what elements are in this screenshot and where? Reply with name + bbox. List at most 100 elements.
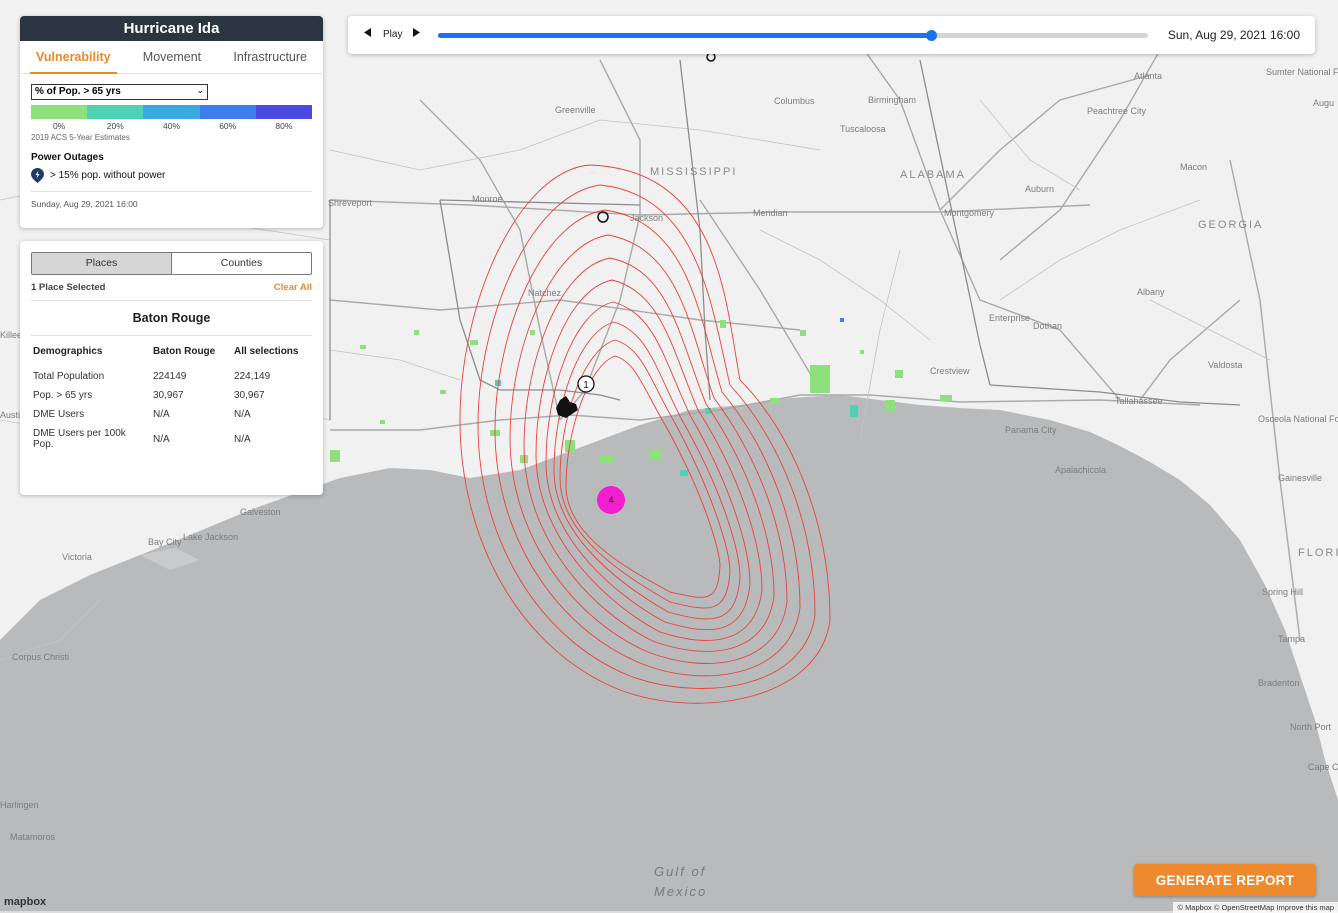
- step-back-icon: [364, 28, 371, 37]
- tab-vulnerability[interactable]: Vulnerability: [30, 41, 117, 74]
- svg-text:Auburn: Auburn: [1025, 184, 1054, 194]
- svg-text:Victoria: Victoria: [62, 552, 92, 562]
- svg-text:Matamoros: Matamoros: [10, 832, 56, 842]
- svg-text:Jackson: Jackson: [630, 213, 663, 223]
- play-button[interactable]: Play: [383, 16, 402, 54]
- legend-timestamp: Sunday, Aug 29, 2021 16:00: [31, 199, 138, 209]
- player-date: Sun, Aug 29, 2021 16:00: [1167, 28, 1300, 42]
- svg-text:Augu: Augu: [1313, 98, 1334, 108]
- svg-text:Corpus Christi: Corpus Christi: [12, 652, 69, 662]
- divider: [31, 191, 312, 192]
- svg-text:Tampa: Tampa: [1278, 634, 1305, 644]
- table-cell: Pop. > 65 yrs: [33, 390, 93, 401]
- svg-text:Gainesville: Gainesville: [1278, 473, 1322, 483]
- svg-text:Macon: Macon: [1180, 162, 1207, 172]
- svg-text:Dothan: Dothan: [1033, 321, 1062, 331]
- generate-report-button[interactable]: GENERATE REPORT: [1134, 864, 1316, 896]
- legend-tabs: Vulnerability Movement Infrastructure: [20, 41, 323, 74]
- legend-panel: Hurricane Ida Vulnerability Movement Inf…: [20, 16, 323, 228]
- panel-title: Hurricane Ida: [20, 16, 323, 41]
- tab-infrastructure[interactable]: Infrastructure: [227, 41, 313, 73]
- timeline-handle[interactable]: [926, 30, 938, 41]
- svg-text:Cape C: Cape C: [1308, 762, 1338, 772]
- demographics-table: Demographics Baton Rouge All selections …: [31, 346, 313, 458]
- svg-text:Natchez: Natchez: [528, 288, 562, 298]
- segment-counties[interactable]: Counties: [172, 253, 311, 274]
- outages-title: Power Outages: [31, 152, 104, 163]
- column-header: Demographics: [33, 346, 103, 357]
- state-label: FLORI: [1298, 547, 1338, 559]
- ramp-label: 60%: [219, 121, 237, 131]
- svg-text:Greenville: Greenville: [555, 105, 596, 115]
- svg-text:Tallahassee: Tallahassee: [1115, 396, 1163, 406]
- table-cell: N/A: [234, 409, 251, 420]
- ramp-swatch: [255, 105, 313, 119]
- ramp-label: 80%: [275, 121, 293, 131]
- ramp-labels: 0% 20% 40% 60% 80%: [31, 121, 312, 131]
- timeline-progress: [438, 33, 932, 38]
- state-label: MISSISSIPPI: [650, 166, 737, 178]
- table-row: Pop. > 65 yrs 30,967 30,967: [31, 390, 313, 409]
- timeline-slider[interactable]: [438, 30, 1148, 41]
- table-cell: DME Users per 100k Pop.: [33, 428, 126, 450]
- tab-movement[interactable]: Movement: [137, 41, 207, 73]
- table-cell: DME Users: [33, 409, 85, 420]
- outages-label: > 15% pop. without power: [50, 170, 166, 181]
- storm-marker-1[interactable]: 1: [577, 375, 595, 393]
- table-cell: Total Population: [33, 371, 105, 382]
- mapbox-logo[interactable]: mapbox: [4, 896, 46, 908]
- svg-text:North Port: North Port: [1290, 722, 1332, 732]
- metric-select[interactable]: % of Pop. > 65 yrs ⌄: [31, 84, 208, 100]
- svg-text:Columbus: Columbus: [774, 96, 815, 106]
- svg-text:Enterprise: Enterprise: [989, 313, 1030, 323]
- table-row: Total Population 224149 224,149: [31, 371, 313, 390]
- storm-marker-label: 1: [583, 380, 589, 391]
- svg-text:Peachtree City: Peachtree City: [1087, 106, 1147, 116]
- map-attribution[interactable]: © Mapbox © OpenStreetMap Improve this ma…: [1173, 902, 1338, 913]
- table-cell: N/A: [153, 433, 170, 445]
- chevron-down-icon: ⌄: [196, 85, 204, 95]
- ramp-swatch: [199, 105, 256, 119]
- ramp-swatch: [143, 105, 200, 119]
- clear-all-link[interactable]: Clear All: [274, 282, 312, 293]
- svg-text:Crestview: Crestview: [930, 366, 970, 376]
- svg-text:Albany: Albany: [1137, 287, 1165, 297]
- ramp-label: 0%: [52, 121, 66, 131]
- svg-text:Valdosta: Valdosta: [1208, 360, 1242, 370]
- svg-text:Monroe: Monroe: [472, 194, 503, 204]
- selected-place-name: Baton Rouge: [31, 300, 312, 336]
- svg-text:Atlanta: Atlanta: [1134, 71, 1162, 81]
- table-cell: N/A: [234, 433, 251, 445]
- svg-text:Spring Hill: Spring Hill: [1262, 587, 1303, 597]
- table-cell: 224149: [153, 371, 187, 382]
- color-ramp: [31, 105, 313, 119]
- svg-text:Bay City: Bay City: [148, 537, 182, 547]
- ramp-swatch: [31, 105, 88, 119]
- table-row: DME Users per 100k Pop. N/A N/A: [31, 428, 313, 458]
- storm-marker-4[interactable]: 4: [597, 486, 625, 514]
- selection-row: 1 Place Selected Clear All: [31, 282, 312, 293]
- column-header: Baton Rouge: [153, 346, 216, 357]
- table-row: DME Users N/A N/A: [31, 409, 313, 428]
- svg-text:Bradenton: Bradenton: [1258, 678, 1300, 688]
- table-cell: 224,149: [234, 371, 271, 382]
- svg-text:Birmingham: Birmingham: [868, 95, 916, 105]
- table-header-row: Demographics Baton Rouge All selections: [31, 346, 313, 371]
- mapbox-logo-text: mapbox: [4, 896, 47, 908]
- svg-text:Montgomery: Montgomery: [944, 208, 995, 218]
- state-label: GEORGIA: [1198, 219, 1263, 231]
- lightning-pin-icon: [31, 168, 44, 183]
- step-back-button[interactable]: [364, 16, 372, 54]
- step-forward-button[interactable]: [412, 16, 420, 54]
- ramp-label: 40%: [163, 121, 181, 131]
- svg-text:Meridian: Meridian: [753, 208, 788, 218]
- table-cell: N/A: [153, 409, 170, 420]
- ramp-label: 20%: [106, 121, 124, 131]
- step-forward-icon: [413, 28, 420, 37]
- svg-text:Sumter National Forest: Sumter National Forest: [1266, 67, 1338, 77]
- timeline-player: Play Sun, Aug 29, 2021 16:00: [348, 16, 1315, 54]
- svg-text:Panama City: Panama City: [1005, 425, 1057, 435]
- svg-text:Galveston: Galveston: [240, 507, 281, 517]
- segment-places[interactable]: Places: [32, 253, 172, 274]
- svg-text:Lake Jackson: Lake Jackson: [183, 532, 238, 542]
